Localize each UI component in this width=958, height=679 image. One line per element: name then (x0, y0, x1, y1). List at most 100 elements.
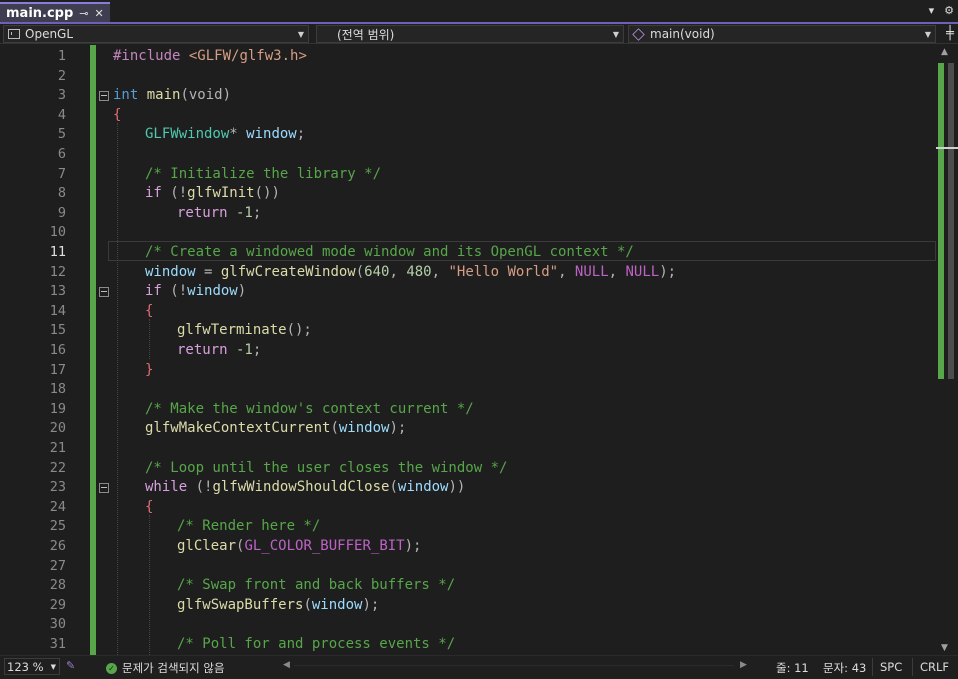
line-number: 9 (57, 204, 66, 221)
code-token: glfwTerminate (177, 322, 287, 339)
code-line[interactable]: 15 glfwTerminate(); (0, 321, 936, 341)
line-number: 20 (49, 420, 66, 437)
project-dropdown[interactable]: OpenGL ▼ (3, 25, 309, 43)
scope-dropdown[interactable]: (전역 범위) ▼ (316, 25, 624, 43)
code-line[interactable]: 12 window = glfwCreateWindow(640, 480, "H… (0, 263, 936, 283)
code-line[interactable]: 24 { (0, 498, 936, 518)
code-token: )) (448, 479, 466, 496)
code-token: ); (404, 538, 422, 554)
code-token: /* Initialize the library */ (145, 165, 382, 182)
code-line[interactable]: 2 (0, 67, 936, 87)
code-line[interactable]: 10 (0, 223, 936, 243)
scroll-up-icon[interactable]: ▲ (941, 47, 948, 57)
divider (912, 658, 913, 676)
code-line[interactable]: 11 /* Create a windowed mode window and i… (0, 243, 936, 263)
chevron-down-icon: ▼ (50, 662, 56, 671)
code-token: glClear (177, 538, 237, 554)
code-editor[interactable]: 1 #include <GLFW/glfw3.h> 2 3 int main(void)… (0, 45, 958, 655)
member-dropdown[interactable]: main(void) ▼ (628, 25, 936, 43)
code-token: /* Render here */ (177, 518, 321, 535)
code-token: ; (296, 126, 306, 143)
fold-toggle-icon[interactable] (99, 483, 109, 494)
code-line[interactable]: 23 while (!glfwWindowShouldClose(window)) (0, 478, 936, 498)
vertical-scrollbar[interactable]: ▲ ▼ (936, 45, 958, 655)
code-line[interactable]: 13 if (!window) (0, 282, 936, 302)
code-token: glfwWindowShouldClose (212, 479, 390, 496)
code-line[interactable]: 21 (0, 439, 936, 459)
pin-icon[interactable]: ⊸ (79, 8, 88, 19)
code-token: if (145, 283, 162, 300)
tab-main-cpp[interactable]: main.cpp ⊸ ✕ (0, 2, 110, 22)
line-number: 19 (49, 400, 66, 417)
scope-name: (전역 범위) (337, 27, 395, 42)
code-line[interactable]: 7 /* Initialize the library */ (0, 165, 936, 185)
code-token: ; (252, 342, 262, 358)
code-line[interactable]: 30 (0, 615, 936, 635)
code-line[interactable]: 29 glfwSwapBuffers(window); (0, 596, 936, 616)
issues-text: 문제가 검색되지 않음 (122, 661, 225, 675)
code-line[interactable]: 27 (0, 557, 936, 577)
horizontal-scrollbar[interactable] (294, 665, 734, 666)
document-tab-bar: main.cpp ⊸ ✕ ▾ ⚙ (0, 0, 958, 24)
fold-toggle-icon[interactable] (99, 287, 109, 298)
code-token: "Hello World" (448, 263, 559, 280)
code-line[interactable]: 19 /* Make the window's context current *… (0, 400, 936, 420)
scrollbar-thumb[interactable] (948, 63, 954, 379)
code-token: = (195, 263, 221, 280)
caret-position-marker (936, 147, 958, 149)
code-token: ( (330, 420, 339, 437)
whitespace-indicator[interactable]: SPC (880, 660, 902, 674)
code-line[interactable]: 31 /* Poll for and process events */ (0, 635, 936, 655)
code-line[interactable]: 28 /* Swap front and back buffers */ (0, 576, 936, 596)
line-number: 29 (49, 596, 66, 613)
zoom-dropdown[interactable]: 123 % ▼ (4, 658, 60, 675)
code-token: * (229, 126, 238, 143)
code-text: } (145, 361, 153, 381)
code-line[interactable]: 25 /* Render here */ (0, 517, 936, 537)
line-number: 8 (57, 185, 66, 202)
fold-toggle-icon[interactable] (99, 91, 109, 102)
chevron-down-icon[interactable]: ▾ (929, 4, 935, 17)
scroll-right-icon[interactable]: ▶ (740, 660, 747, 670)
issues-indicator[interactable]: ✓ 문제가 검색되지 않음 (106, 660, 225, 676)
project-icon (8, 29, 20, 39)
code-token: <GLFW/glfw3.h> (180, 48, 307, 64)
code-line[interactable]: 4{ (0, 106, 936, 126)
scroll-left-icon[interactable]: ◀ (283, 660, 290, 670)
code-text: if (!window) (145, 282, 246, 302)
code-line[interactable]: 3 int main(void) (0, 86, 936, 106)
code-line[interactable]: 18 (0, 380, 936, 400)
split-editor-icon[interactable]: ╪ (946, 26, 954, 41)
zoom-level: 123 % (7, 659, 44, 674)
check-circle-icon: ✓ (106, 662, 117, 674)
code-line[interactable]: 8 if (!glfwInit()) (0, 184, 936, 204)
code-line[interactable]: 5 GLFWwindow* window; (0, 125, 936, 145)
code-line[interactable]: 26 glClear(GL_COLOR_BUFFER_BIT); (0, 537, 936, 557)
code-text: /* Poll for and process events */ (177, 635, 455, 655)
code-line[interactable]: 17} (0, 361, 936, 381)
line-number: 4 (57, 106, 66, 123)
line-indicator[interactable]: 줄: 11 (776, 660, 809, 676)
divider (872, 658, 873, 676)
code-token: ()) (254, 185, 280, 202)
code-token: ( (389, 479, 398, 496)
code-token: window (338, 420, 390, 437)
code-line[interactable]: 20 glfwMakeContextCurrent(window); (0, 419, 936, 439)
gear-icon[interactable]: ⚙ (944, 4, 954, 17)
code-line[interactable]: 1 #include <GLFW/glfw3.h> (0, 47, 936, 67)
code-line[interactable]: 6 (0, 145, 936, 165)
code-token: window (397, 479, 449, 496)
column-indicator[interactable]: 문자: 43 (823, 660, 866, 676)
code-line[interactable]: 22 /* Loop until the user closes the wind… (0, 459, 936, 479)
code-line[interactable]: 14 { (0, 302, 936, 322)
line-ending-indicator[interactable]: CRLF (920, 660, 949, 674)
line-number: 17 (49, 361, 66, 378)
code-token: /* Poll for and process events */ (177, 636, 456, 652)
chevron-down-icon: ▼ (612, 29, 619, 39)
scroll-down-icon[interactable]: ▼ (941, 643, 948, 653)
code-line[interactable]: 9 return -1; (0, 204, 936, 224)
code-line[interactable]: 16 return -1; (0, 341, 936, 361)
code-cleanup-brush-icon[interactable]: ✎ (66, 659, 78, 672)
close-icon[interactable]: ✕ (95, 8, 104, 19)
code-text: if (!glfwInit()) (145, 184, 280, 204)
